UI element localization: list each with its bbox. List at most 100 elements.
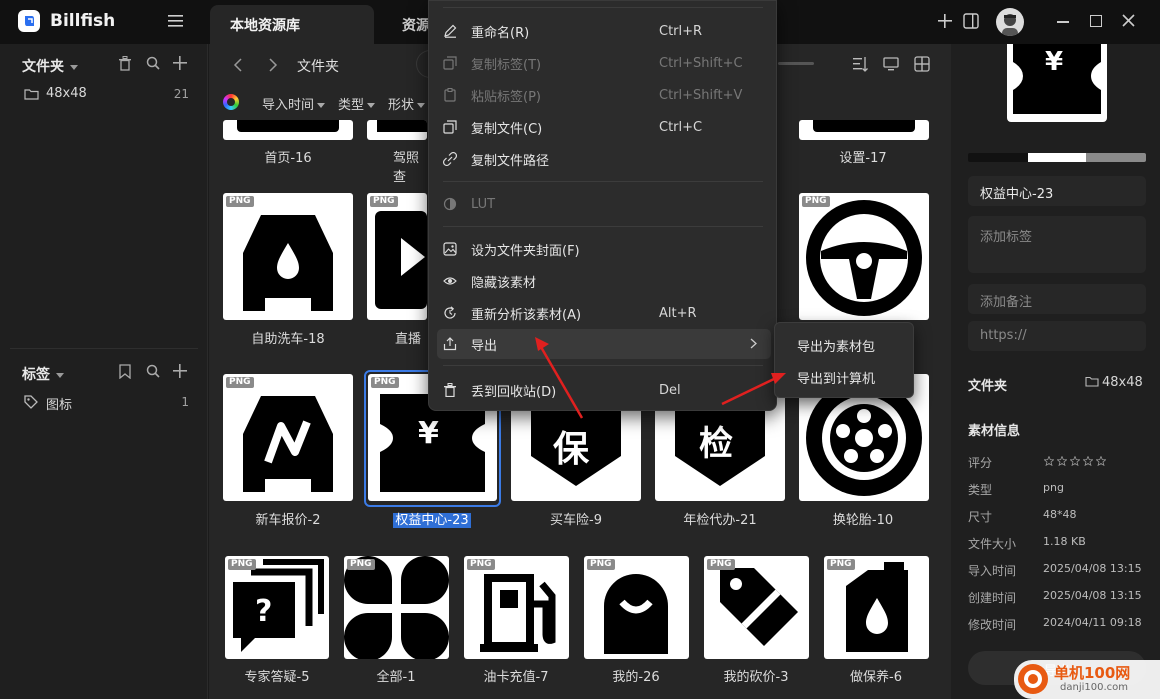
close-icon[interactable] [1122,14,1135,27]
asset-thumbnail-my[interactable]: PNG [584,556,689,659]
copy-file-icon [443,120,457,134]
layout-grid-icon[interactable] [914,56,930,72]
submenu-item-export-pack[interactable]: 导出为素材包 [797,336,875,355]
filter-label: 导入时间 [262,98,315,113]
filter-type[interactable]: 类型 [338,94,376,113]
asset-thumbnail-fuel[interactable]: PNG [464,556,569,659]
asset-thumbnail[interactable] [367,120,427,140]
color-filter-icon[interactable] [223,94,239,110]
monitor-icon[interactable] [883,56,899,72]
trash-icon[interactable] [118,56,132,71]
tags-header[interactable]: 标签 [22,364,64,384]
tab-local-library[interactable]: 本地资源库 [210,5,374,44]
preview-image: ¥ [1007,44,1107,122]
bao-glyph: 保 [553,429,590,470]
export-icon [443,337,457,351]
url-input[interactable]: https:// [968,321,1146,351]
back-arrow-icon[interactable] [233,58,243,72]
watermark-text: 单机100网 [1054,664,1131,682]
notes-input[interactable]: 添加备注 [968,284,1146,314]
color-palette[interactable] [968,153,1146,162]
star-icon[interactable] [1083,456,1093,466]
watermark-logo-icon [1018,664,1048,694]
menu-shortcut: Ctrl+Shift+C [659,55,743,71]
search-icon[interactable] [146,56,160,70]
tags-input[interactable]: 添加标签 [968,216,1146,273]
menu-separator [443,365,763,366]
asset-thumbnail-expert[interactable]: PNG ? [225,556,329,659]
menu-shortcut: Ctrl+R [659,23,703,39]
menu-shortcut: Alt+R [659,305,697,321]
minimize-icon[interactable] [1057,21,1069,23]
panel-toggle-icon[interactable] [963,13,979,29]
folders-header[interactable]: 文件夹 [22,56,78,76]
sidebar-item-48x48[interactable]: 48x48 21 [24,86,189,104]
star-icon[interactable] [1070,456,1080,466]
sidebar-item-tag-icons[interactable]: 图标 1 [24,394,189,413]
user-icon [604,574,668,654]
hamburger-menu-icon[interactable] [168,14,184,28]
star-icon[interactable] [1096,456,1106,466]
asset-thumbnail[interactable] [799,120,929,140]
asset-name-field[interactable]: 权益中心-23 [968,176,1146,206]
search-icon[interactable] [146,364,160,378]
filter-shape[interactable]: 形状 [388,94,426,113]
asset-caption: 首页-16 [264,151,312,166]
asset-caption-selected[interactable]: 权益中心-23 [352,509,512,528]
menu-separator [443,181,763,182]
info-value-filesize: 1.18 KB [1043,535,1086,548]
menu-item-set-cover[interactable]: 设为文件夹封面(F) [443,234,763,264]
filter-import-time[interactable]: 导入时间 [262,94,326,113]
forward-arrow-icon[interactable] [268,58,278,72]
menu-item-reanalyze[interactable]: 重新分析该素材(A) Alt+R [443,298,763,328]
asset-caption: 驾照查 [393,151,420,185]
chevron-down-icon [317,103,326,108]
info-value-size: 48*48 [1043,508,1077,521]
add-tab-icon[interactable] [938,14,952,28]
folder-link[interactable]: 48x48 [1085,375,1143,390]
asset-thumbnail-bargain[interactable]: PNG [704,556,809,659]
menu-item-export[interactable]: 导出 [437,329,771,359]
menu-item-copy-file[interactable]: 复制文件(C) Ctrl+C [443,112,763,142]
menu-item-trash[interactable]: 丢到回收站(D) Del [443,375,763,405]
avatar[interactable] [996,8,1024,36]
asset-thumbnail-car-wash[interactable]: PNG [223,193,353,320]
fuel-pump-icon [480,574,556,652]
filter-label: 类型 [338,98,365,113]
submenu-item-export-computer[interactable]: 导出到计算机 [797,368,875,387]
star-rating[interactable] [1044,455,1109,470]
tag-name: 图标 [46,398,73,413]
asset-thumbnail-live[interactable]: PNG [367,193,427,320]
menu-item-rename[interactable]: 重命名(R) Ctrl+R [443,16,763,46]
png-badge: PNG [226,196,254,207]
breadcrumb[interactable]: 文件夹 [297,56,339,76]
add-tag-icon[interactable] [173,364,187,378]
tag-count: 1 [181,395,189,409]
asset-caption: 自助洗车-18 [251,332,325,347]
menu-item-paste-tags[interactable]: 粘贴标签(P) Ctrl+Shift+V [443,80,763,110]
asset-thumbnail-maintenance[interactable]: PNG [824,556,929,659]
bookmark-icon[interactable] [119,364,131,379]
selected-caption-text: 权益中心-23 [393,513,471,528]
asset-caption: 做保养-6 [850,670,902,685]
info-label-filesize: 文件大小 [968,537,1017,551]
refresh-icon [443,306,457,320]
asset-thumbnail-new-car[interactable]: PNG [223,374,353,501]
zoom-slider[interactable] [778,62,814,65]
tag-icon [24,395,38,409]
star-icon[interactable] [1057,456,1067,466]
menu-item-copy-tags[interactable]: 复制标签(T) Ctrl+Shift+C [443,48,763,78]
asset-thumbnail-steering[interactable]: PNG [799,193,929,320]
add-folder-icon[interactable] [173,56,187,70]
sort-icon[interactable] [852,56,868,72]
asset-thumbnail-all[interactable]: PNG [344,556,449,659]
asset-thumbnail[interactable] [223,120,353,140]
menu-separator [443,7,763,8]
info-value-type: png [1043,481,1064,494]
maximize-icon[interactable] [1090,15,1102,27]
menu-item-hide[interactable]: 隐藏该素材 [443,266,763,296]
menu-item-lut[interactable]: LUT [443,189,763,219]
info-value-created: 2025/04/08 13:15 [1043,589,1142,602]
star-icon[interactable] [1044,456,1054,466]
menu-item-copy-path[interactable]: 复制文件路径 [443,144,763,174]
